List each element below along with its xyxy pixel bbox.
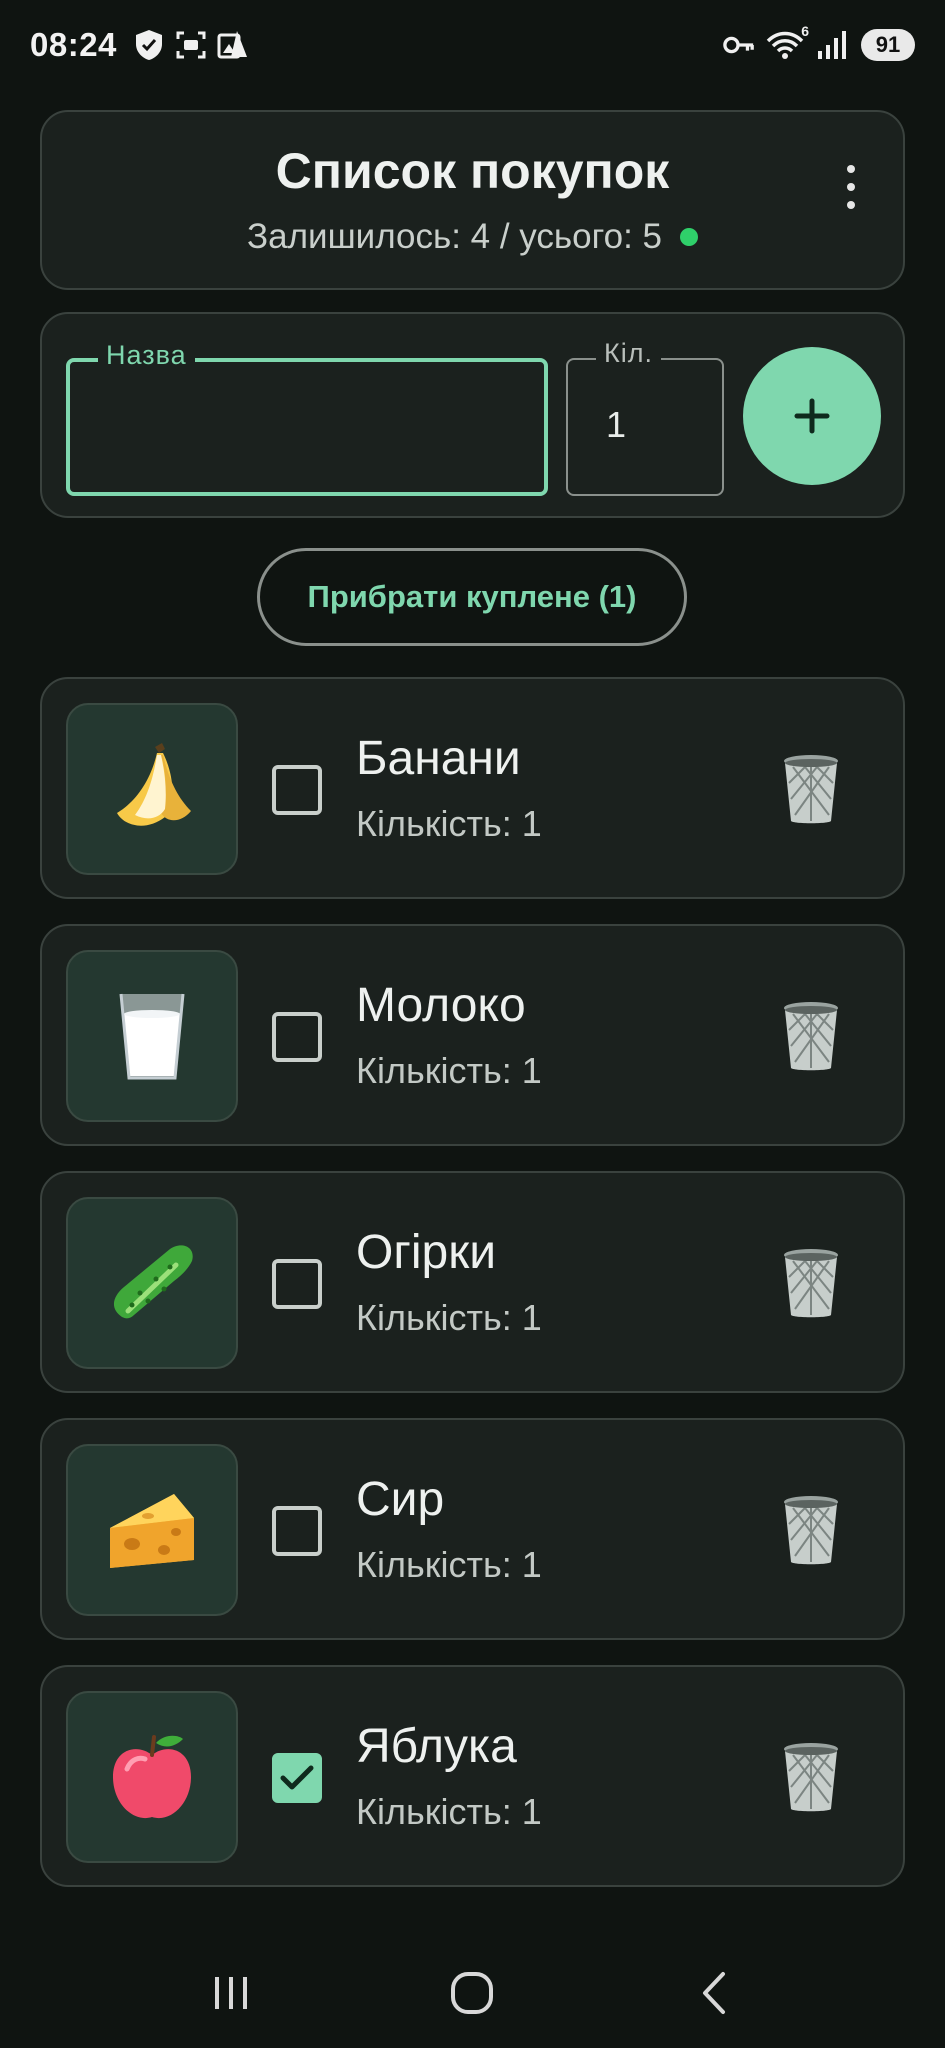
banana-icon [117,743,191,826]
list-item: Яблука Кількість: 1 [40,1665,905,1887]
item-quantity: Кількість: 1 [356,1050,542,1091]
recent-apps-button[interactable] [191,1953,271,2033]
item-quantity: Кількість: 1 [356,1791,542,1832]
item-quantity: Кількість: 1 [356,1544,542,1585]
item-name: Сир [356,1473,445,1526]
plus-icon [794,398,830,434]
delete-item-button[interactable] [779,751,843,827]
wifi-badge: 6 [801,23,809,39]
add-item-form: Назва Кіл. 1 [40,312,905,518]
item-thumbnail [66,950,238,1122]
status-right: 6 91 [723,23,915,61]
delete-item-button[interactable] [779,1739,843,1815]
system-nav-bar [0,1938,945,2048]
list-item: Сир Кількість: 1 [40,1418,905,1640]
item-checkbox[interactable] [272,1506,322,1556]
item-quantity: Кількість: 1 [356,1297,542,1338]
key-icon [723,29,755,61]
item-thumbnail [66,1444,238,1616]
more-options-button[interactable] [839,157,863,217]
cucumber-icon [113,1245,193,1319]
back-button[interactable] [674,1953,754,2033]
trash-icon [784,1496,838,1565]
item-name: Яблука [356,1720,517,1773]
home-icon [451,1972,494,2014]
home-button[interactable] [432,1953,512,2033]
item-name-input[interactable]: Назва [66,340,548,496]
item-checkbox[interactable] [272,1259,322,1309]
item-quantity: Кількість: 1 [356,803,542,844]
trash-icon [784,1743,838,1812]
screenshot-icon [175,29,207,61]
milk-glass-icon [119,993,185,1080]
header-card: Список покупок Залишилось: 4 / усього: 5 [40,110,905,290]
items-summary: Залишилось: 4 / усього: 5 [42,217,903,257]
menu-dot [847,183,855,191]
summary-text: Залишилось: 4 / усього: 5 [247,217,662,256]
delete-item-button[interactable] [779,1492,843,1568]
status-bar: 08:24 6 91 [0,0,945,90]
apple-icon [113,1735,191,1819]
cheese-icon [110,1494,194,1568]
signal-icon [815,29,847,61]
online-status-dot [680,228,698,246]
back-icon [703,1972,726,2014]
item-name-label: Назва [98,340,195,371]
menu-dot [847,165,855,173]
item-quantity-label: Кіл. [596,338,661,369]
list-item: Огірки Кількість: 1 [40,1171,905,1393]
shield-icon [133,29,165,61]
wifi-icon: 6 [765,23,809,61]
list-item: Банани Кількість: 1 [40,677,905,899]
status-time: 08:24 [30,26,117,63]
item-thumbnail [66,1197,238,1369]
item-thumbnail [66,1691,238,1863]
trash-icon [784,1002,838,1071]
trash-icon [784,755,838,824]
checkmark-icon [280,1765,314,1790]
item-checkbox[interactable] [272,765,322,815]
item-quantity-value: 1 [606,404,627,445]
menu-dot [847,201,855,209]
clear-purchased-button[interactable]: Прибрати куплене (1) [257,548,687,646]
item-quantity-input[interactable]: Кіл. 1 [566,338,724,496]
delete-item-button[interactable] [779,998,843,1074]
item-name: Молоко [356,979,526,1032]
status-left: 08:24 [30,26,249,64]
battery-indicator: 91 [861,29,915,61]
page-title: Список покупок [275,143,670,199]
add-item-button[interactable] [743,347,881,485]
item-checkbox[interactable] [272,1012,322,1062]
item-name: Банани [356,732,521,785]
item-name: Огірки [356,1226,497,1279]
delete-item-button[interactable] [779,1245,843,1321]
item-thumbnail [66,703,238,875]
list-item: Молоко Кількість: 1 [40,924,905,1146]
recent-apps-icon [214,1977,247,2009]
gallery-notification-icon [217,29,249,61]
item-checkbox[interactable] [272,1753,322,1803]
trash-icon [784,1249,838,1318]
